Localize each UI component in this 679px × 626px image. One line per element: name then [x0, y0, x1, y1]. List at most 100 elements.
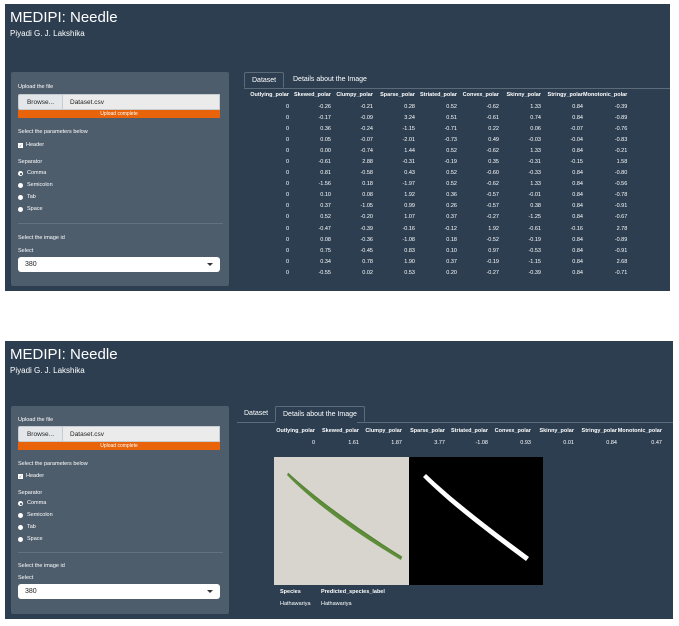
- sidebar-panel: Upload the file Browse... Dataset.csv Up…: [11, 72, 229, 286]
- table-cell: 0.75: [320, 247, 331, 254]
- image-id-select[interactable]: 380: [18, 257, 220, 272]
- table-cell: -0.27: [486, 269, 499, 276]
- table-row: 0 -1.56 0.18 -1.97 0.52 -0.62 1.33 0.84 -0.56: [245, 179, 627, 190]
- chevron-down-icon: [207, 590, 213, 593]
- column-header: Skewed_polar: [322, 428, 359, 434]
- table-row: 0 -0.26 -0.21 0.28 0.52 -0.62 1.33 0.84 -0.39: [245, 101, 627, 112]
- table-row: 0 0.37 -1.05 0.99 0.26 -0.57 0.38 0.84 -0.91: [245, 201, 627, 212]
- table-cell: -0.39: [528, 269, 541, 276]
- table-cell: 0.84: [572, 181, 583, 188]
- table-cell: -0.31: [528, 159, 541, 166]
- table-cell: -2.01: [402, 136, 415, 143]
- table-cell: 0.84: [572, 236, 583, 243]
- table-cell: 0.47: [651, 439, 662, 446]
- table-row: 0 0.34 0.78 1.90 0.37 -0.19 -1.15 0.84 2.68: [245, 256, 627, 267]
- table-cell: 0.18: [362, 181, 373, 188]
- table-cell: -0.83: [614, 136, 628, 143]
- screenshot-image-details-tab: MEDIPI: Needle Piyadi G. J. Lakshika Upl…: [5, 341, 673, 619]
- browse-button[interactable]: Browse...: [18, 94, 63, 110]
- table-cell: 0: [285, 147, 289, 154]
- image-id-select-value: 380: [25, 261, 37, 268]
- radio-semicolon-label: Semicolon: [27, 182, 53, 188]
- table-cell: 0: [285, 170, 289, 177]
- radio-comma[interactable]: [18, 171, 23, 176]
- radio-comma[interactable]: [18, 501, 23, 506]
- header-checkbox[interactable]: ✓: [18, 143, 23, 148]
- table-cell: -0.19: [444, 159, 457, 166]
- table-cell: -0.27: [486, 214, 499, 221]
- radio-tab[interactable]: [18, 195, 23, 200]
- file-name-field[interactable]: Dataset.csv: [62, 94, 220, 110]
- table-cell: 0: [285, 203, 289, 210]
- table-cell: 0: [285, 181, 289, 188]
- table-cell: 1.33: [530, 103, 541, 110]
- table-cell: 1.87: [391, 439, 402, 446]
- radio-space[interactable]: [18, 207, 23, 212]
- image-id-select[interactable]: 380: [18, 584, 220, 599]
- tab-dataset[interactable]: Dataset: [237, 406, 275, 422]
- app-author: Piyadi G. J. Lakshika: [10, 366, 85, 375]
- table-cell: 0.00: [320, 147, 331, 154]
- table-cell: -0.61: [318, 159, 331, 166]
- table-cell: -0.61: [486, 114, 499, 121]
- table-cell: -1.08: [475, 439, 488, 446]
- table-cell: 0.74: [530, 114, 541, 121]
- table-row: 0 0.10 0.08 1.92 0.36 -0.57 -0.01 0.84 -0.78: [245, 190, 627, 201]
- table-cell: -0.76: [614, 125, 628, 132]
- header-checkbox[interactable]: ✓: [18, 474, 23, 479]
- sidebar-panel: Upload the file Browse... Dataset.csv Up…: [11, 406, 229, 614]
- column-header: Outlying_polar: [276, 428, 315, 434]
- table-cell: -0.19: [528, 236, 541, 243]
- predicted-species-value: Hathawariya: [321, 601, 352, 607]
- table-cell: -1.05: [360, 203, 373, 210]
- column-header: Clumpy_polar: [365, 428, 402, 434]
- browse-button[interactable]: Browse...: [18, 426, 63, 442]
- needle-mask-svg: [409, 457, 543, 585]
- table-cell: 0.18: [446, 236, 457, 243]
- table-row: 0 0.75 -0.45 0.83 0.10 0.97 -0.53 0.84 -0.91: [245, 245, 627, 256]
- table-cell: -0.71: [614, 269, 628, 276]
- table-cell: 1.61: [348, 439, 359, 446]
- table-row: 0 0.05 -0.07 -2.01 -0.73 0.49 -0.03 -0.04 -0.83: [245, 134, 627, 145]
- table-cell: 0.02: [362, 269, 373, 276]
- table-cell: 1.33: [530, 147, 541, 154]
- header-checkbox-label: Header: [26, 473, 45, 479]
- table-cell: -0.07: [360, 136, 373, 143]
- table-cell: 0.84: [572, 203, 583, 210]
- chevron-down-icon: [207, 263, 213, 266]
- file-name-field[interactable]: Dataset.csv: [62, 426, 220, 442]
- table-cell: -0.45: [360, 247, 373, 254]
- table-cell: 0.22: [488, 125, 499, 132]
- radio-space[interactable]: [18, 537, 23, 542]
- table-cell: 0.84: [572, 214, 583, 221]
- app-title: MEDIPI: Needle: [10, 9, 118, 26]
- tab-dataset[interactable]: Dataset: [244, 72, 285, 88]
- app-title: MEDIPI: Needle: [10, 346, 118, 363]
- table-cell: -1.15: [528, 258, 541, 265]
- table-cell: 1.44: [404, 147, 415, 154]
- tab-underline-left: [237, 422, 275, 423]
- app-author: Piyadi G. J. Lakshika: [10, 29, 85, 38]
- table-cell: 0.97: [488, 247, 499, 254]
- table-cell: -1.56: [318, 181, 331, 188]
- table-cell: -0.62: [486, 181, 499, 188]
- table-cell: 0.35: [488, 159, 499, 166]
- radio-semicolon[interactable]: [18, 183, 23, 188]
- table-cell: -1.97: [402, 181, 415, 188]
- column-header: Clumpy_polar: [336, 92, 373, 98]
- table-cell: 0.53: [404, 269, 415, 276]
- table-cell: -0.89: [614, 236, 628, 243]
- upload-label: Upload the file: [18, 84, 54, 90]
- table-cell: -0.33: [528, 170, 541, 177]
- tab-image-details[interactable]: Details about the Image: [286, 72, 374, 88]
- table-header-row: Outlying_polar Skewed_polar Clumpy_polar Sp…: [273, 425, 662, 437]
- table-row: 0 0.52 -0.20 1.07 0.37 -0.27 -1.25 0.84 -0.67: [245, 212, 627, 223]
- table-cell: -0.03: [528, 136, 541, 143]
- table-cell: 0.10: [320, 192, 331, 199]
- radio-semicolon[interactable]: [18, 513, 23, 518]
- tab-image-details[interactable]: Details about the Image: [275, 406, 365, 422]
- radio-tab[interactable]: [18, 525, 23, 530]
- sidebar-divider: [18, 223, 223, 224]
- table-cell: -0.15: [570, 159, 583, 166]
- table-cell: -1.15: [402, 125, 415, 132]
